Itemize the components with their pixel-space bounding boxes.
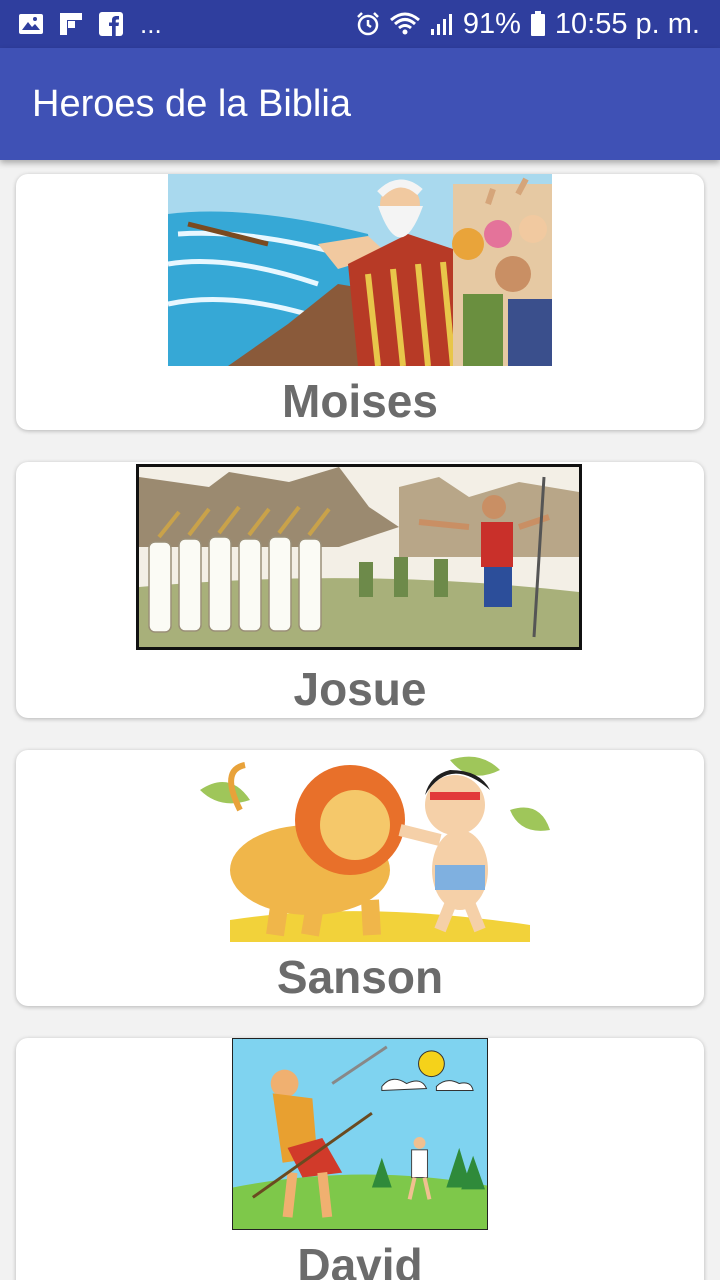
more-notifications: ... bbox=[140, 8, 162, 39]
jericho-walls-image bbox=[136, 464, 582, 650]
moses-parting-sea-image bbox=[168, 174, 552, 366]
david-goliath-image bbox=[232, 1038, 488, 1230]
samson-lion-image bbox=[150, 750, 570, 942]
clock: 10:55 p. m. bbox=[554, 7, 700, 40]
hero-card-sanson[interactable]: Sanson bbox=[16, 750, 704, 1006]
battery-percent: 91% bbox=[462, 7, 521, 40]
hero-name: Moises bbox=[282, 375, 438, 427]
facebook-icon bbox=[98, 11, 124, 37]
hero-card-david[interactable]: David bbox=[16, 1038, 704, 1280]
hero-card-moises[interactable]: Moises bbox=[16, 174, 704, 430]
hero-name: David bbox=[297, 1239, 423, 1280]
flipboard-icon bbox=[58, 11, 84, 37]
app-title: Heroes de la Biblia bbox=[32, 82, 351, 125]
hero-card-josue[interactable]: Josue bbox=[16, 462, 704, 718]
status-bar: ... 91% 10:55 p. m. bbox=[0, 0, 720, 48]
hero-name: Sanson bbox=[276, 951, 444, 1003]
image-icon bbox=[18, 11, 44, 37]
app-bar: Heroes de la Biblia bbox=[0, 48, 720, 160]
heroes-list[interactable]: Moises Josue Sanson David bbox=[0, 160, 720, 1280]
hero-name: Josue bbox=[293, 663, 427, 715]
notification-icons: ... bbox=[18, 9, 162, 40]
wifi-icon bbox=[389, 11, 421, 37]
signal-icon bbox=[429, 11, 455, 37]
alarm-icon bbox=[355, 11, 381, 37]
battery-icon bbox=[529, 11, 547, 37]
